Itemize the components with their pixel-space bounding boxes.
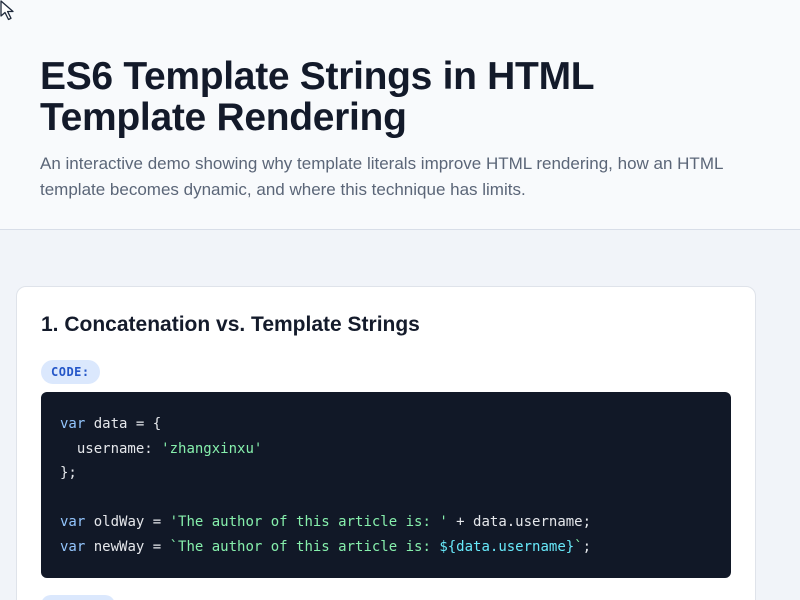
page-header: ES6 Template Strings in HTML Template Re… xyxy=(0,0,800,230)
code-line-6: var newWay = `The author of this article… xyxy=(60,538,592,555)
section-heading: 1. Concatenation vs. Template Strings xyxy=(41,313,420,336)
page-title: ES6 Template Strings in HTML Template Re… xyxy=(40,55,594,139)
section-concatenation-card: 1. Concatenation vs. Template Strings CO… xyxy=(16,286,756,600)
output-badge xyxy=(41,595,115,600)
code-line-3: }; xyxy=(60,465,77,481)
page-subtitle: An interactive demo showing why template… xyxy=(40,154,723,199)
code-line-1: var data = { xyxy=(60,416,162,432)
code-block: var data = { username: 'zhangxinxu' }; v… xyxy=(41,392,731,578)
code-line-2: username: 'zhangxinxu' xyxy=(60,440,263,457)
mouse-pointer-icon xyxy=(0,0,14,21)
code-line-5: var oldWay = 'The author of this article… xyxy=(60,514,592,530)
code-badge: CODE: xyxy=(41,360,100,384)
